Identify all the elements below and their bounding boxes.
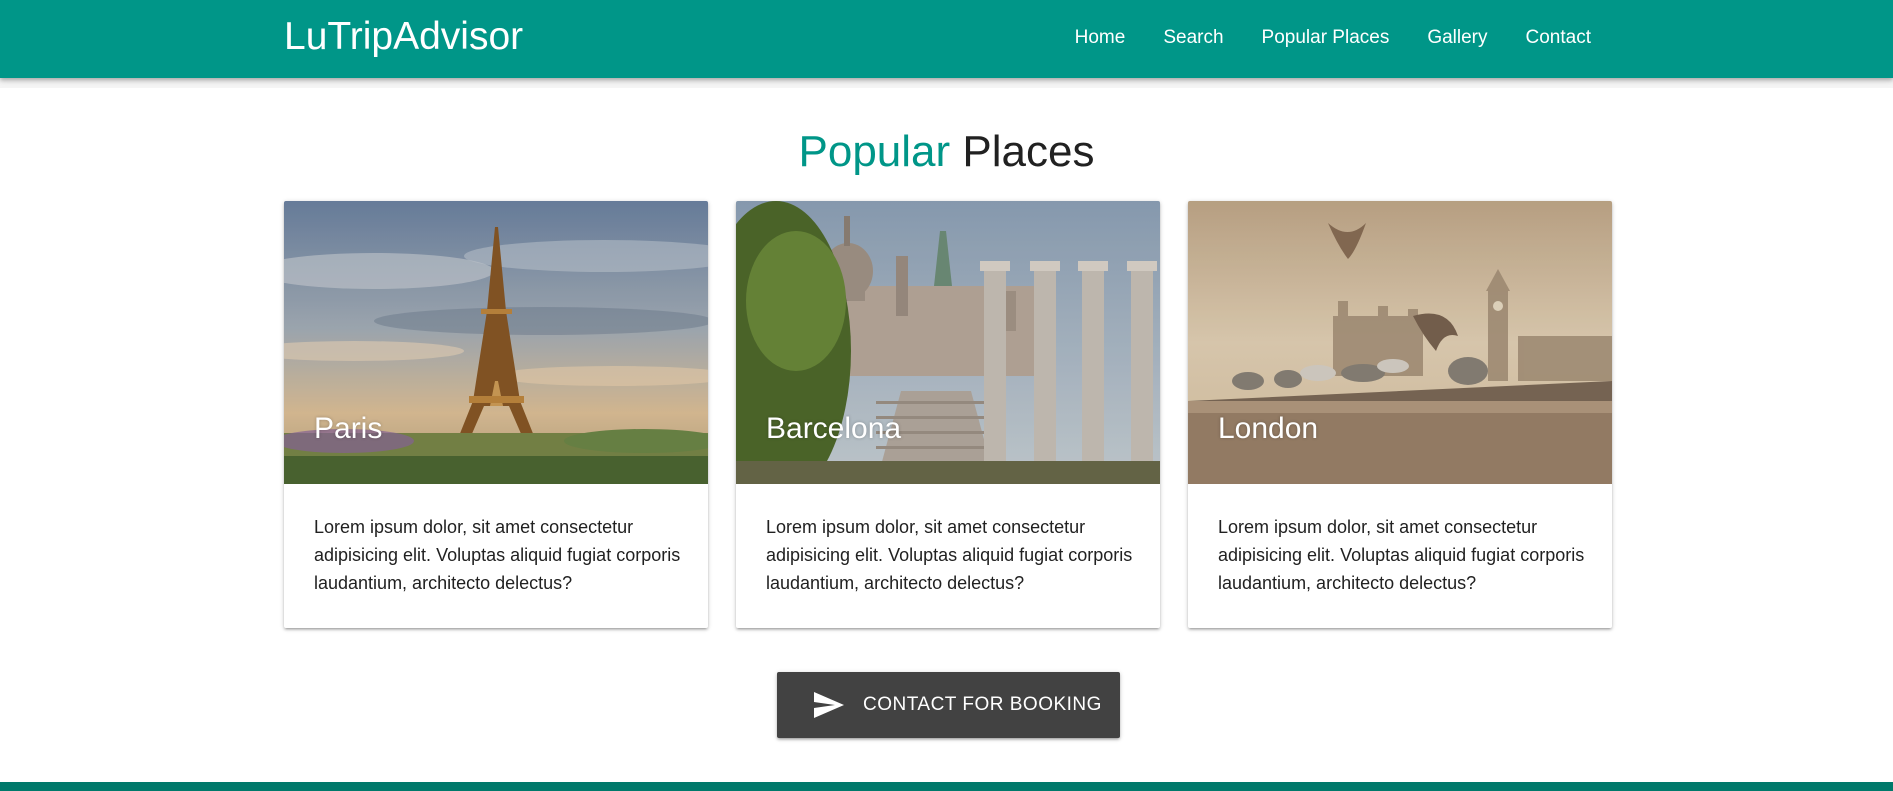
nav-link-popular-places[interactable]: Popular Places bbox=[1243, 0, 1409, 76]
card-image-barcelona: Barcelona bbox=[736, 201, 1160, 484]
navbar-container: LuTripAdvisor Home Search Popular Places… bbox=[284, 0, 1609, 78]
navbar: LuTripAdvisor Home Search Popular Places… bbox=[0, 0, 1893, 78]
nav-link-search[interactable]: Search bbox=[1144, 0, 1242, 76]
nav-menu: Home Search Popular Places Gallery Conta… bbox=[1056, 0, 1609, 78]
section-title-rest: Places bbox=[962, 127, 1095, 176]
nav-link-gallery[interactable]: Gallery bbox=[1408, 0, 1506, 76]
nav-link-home[interactable]: Home bbox=[1056, 0, 1145, 76]
popular-places-cards: Paris Lorem ipsum dolor, sit amet consec… bbox=[284, 201, 1613, 628]
navbar-shadow-band bbox=[0, 78, 1893, 88]
brand-logo[interactable]: LuTripAdvisor bbox=[284, 13, 523, 61]
card-text-london: Lorem ipsum dolor, sit amet consectetur … bbox=[1218, 517, 1585, 593]
card-paris[interactable]: Paris Lorem ipsum dolor, sit amet consec… bbox=[284, 201, 708, 628]
contact-for-booking-label: Contact for Booking bbox=[863, 694, 1102, 715]
card-text-barcelona: Lorem ipsum dolor, sit amet consectetur … bbox=[766, 517, 1133, 593]
contact-for-booking-button[interactable]: Contact for Booking bbox=[777, 672, 1120, 738]
section-title: Popular Places bbox=[0, 124, 1893, 180]
nav-link-contact[interactable]: Contact bbox=[1507, 0, 1609, 76]
card-image-paris: Paris bbox=[284, 201, 708, 484]
card-london[interactable]: London Lorem ipsum dolor, sit amet conse… bbox=[1188, 201, 1612, 628]
card-title-barcelona: Barcelona bbox=[766, 412, 902, 445]
section-title-accent: Popular bbox=[798, 127, 951, 176]
card-title-paris: Paris bbox=[314, 412, 383, 445]
card-image-london: London bbox=[1188, 201, 1612, 484]
card-barcelona[interactable]: Barcelona Lorem ipsum dolor, sit amet co… bbox=[736, 201, 1160, 628]
send-icon bbox=[814, 692, 844, 718]
footer-strip bbox=[0, 782, 1893, 791]
card-text-paris: Lorem ipsum dolor, sit amet consectetur … bbox=[314, 517, 681, 593]
card-title-london: London bbox=[1218, 412, 1319, 445]
